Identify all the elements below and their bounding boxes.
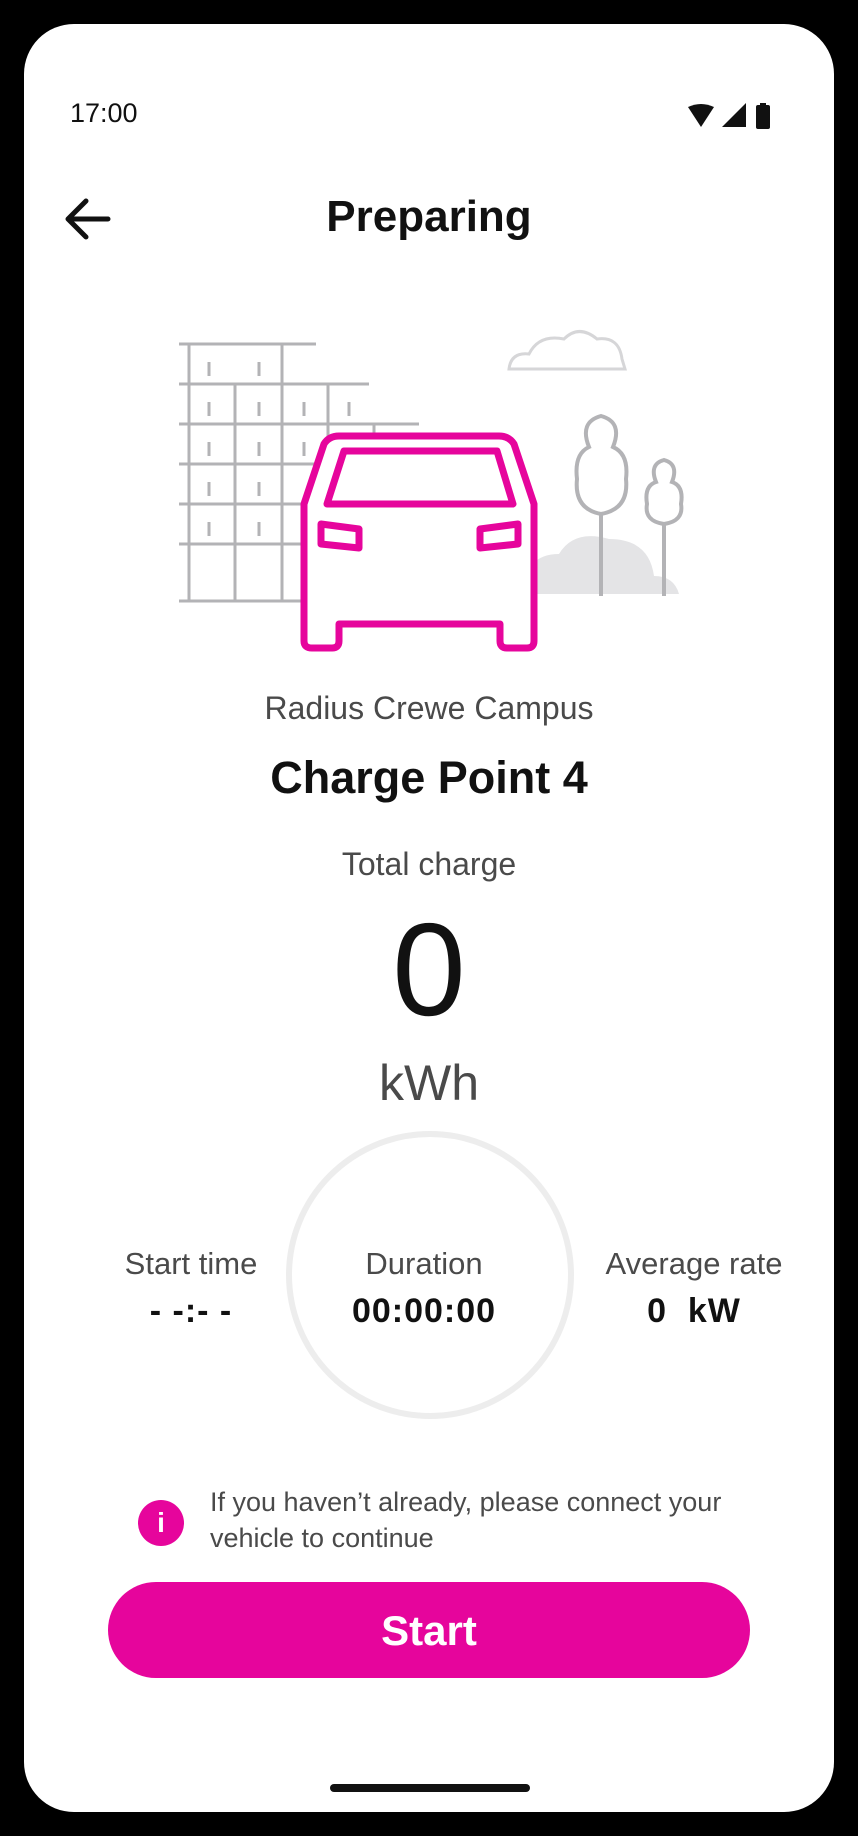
info-message: i If you haven’t already, please connect… (138, 1484, 778, 1564)
duration-stat: Duration 00:00:00 (309, 1246, 539, 1331)
status-time: 17:00 (70, 98, 138, 128)
total-charge-label: Total charge (341, 846, 517, 882)
average-rate-label: Average rate (605, 1246, 783, 1281)
start-time-value: - -:- - (149, 1292, 233, 1330)
app-bar: Preparing (24, 174, 834, 264)
start-time-stat: Start time - -:- - (76, 1246, 306, 1331)
average-rate-value: 0 kW (647, 1292, 741, 1330)
cloud-illustration (507, 330, 628, 371)
total-charge-unit: kWh (379, 1055, 479, 1111)
site-name: Radius Crewe Campus (264, 690, 594, 726)
total-charge-value: 0 (392, 896, 466, 1043)
signal-icon (722, 103, 746, 127)
start-button[interactable]: Start (108, 1582, 750, 1678)
info-text: If you haven’t already, please connect y… (210, 1487, 722, 1553)
duration-label: Duration (365, 1246, 483, 1281)
screen: 17:00 Preparing Radius Crewe Campus Char… (24, 24, 834, 1812)
charge-point-name: Charge Point 4 (270, 752, 588, 803)
duration-value: 00:00:00 (351, 1292, 497, 1330)
car-charging-illustration (179, 330, 684, 652)
car-icon (300, 432, 538, 652)
average-rate-stat: Average rate 0 kW (579, 1246, 809, 1331)
battery-icon (756, 103, 770, 129)
info-icon: i (138, 1500, 184, 1546)
status-bar: 17:00 (24, 24, 834, 134)
page-title: Preparing (326, 192, 532, 241)
start-time-label: Start time (124, 1246, 258, 1281)
status-icons (688, 103, 770, 129)
home-indicator[interactable] (330, 1784, 530, 1792)
wifi-icon (688, 104, 714, 127)
device-frame: 17:00 Preparing Radius Crewe Campus Char… (0, 0, 858, 1836)
